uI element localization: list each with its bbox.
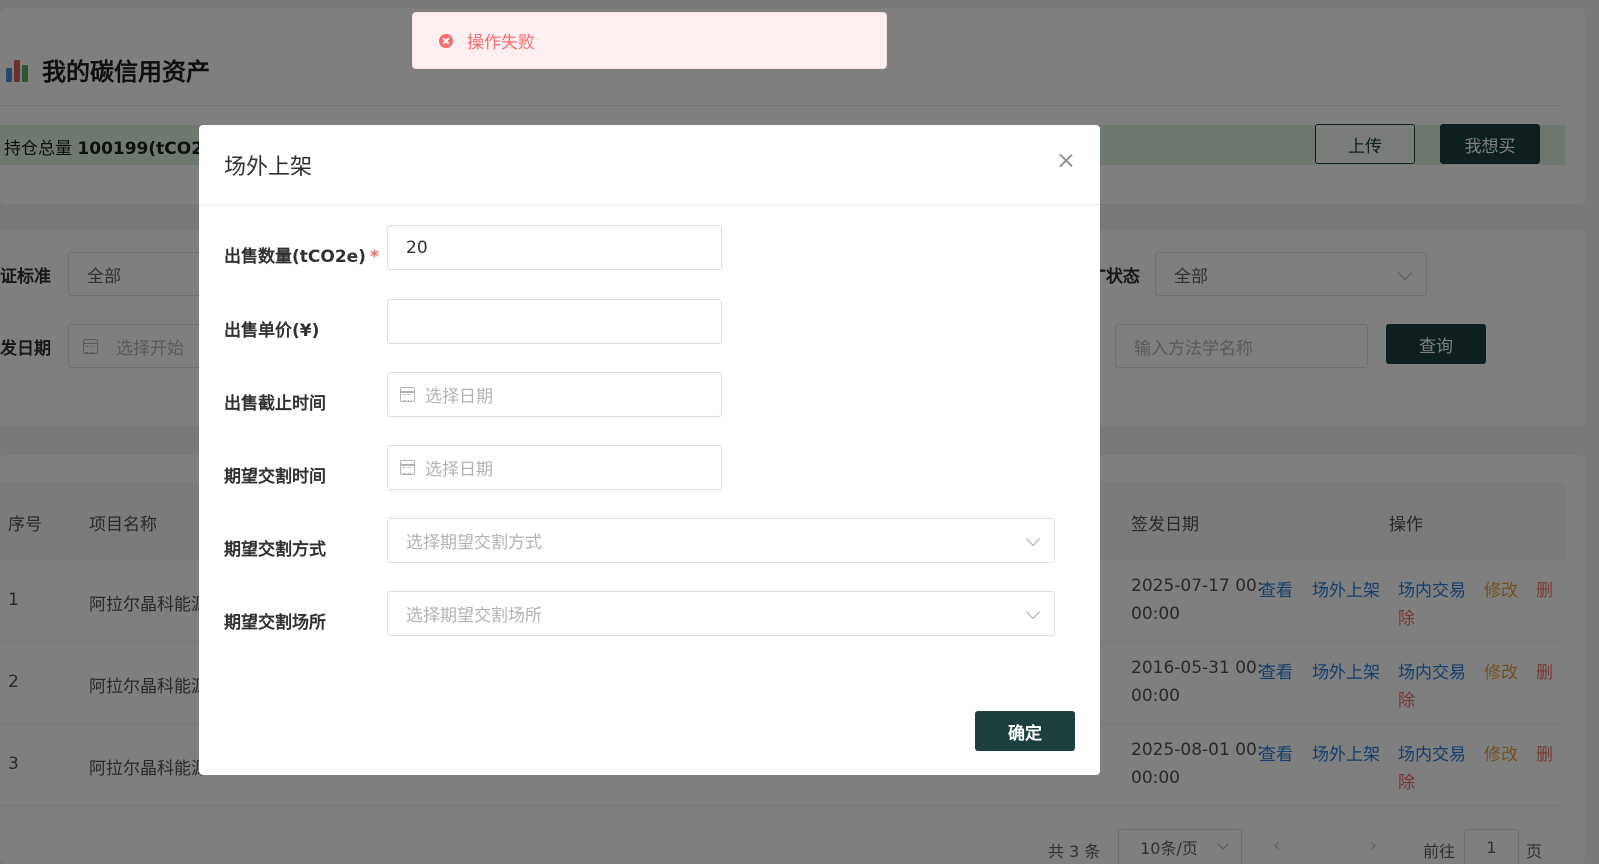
quantity-input[interactable]: 20	[387, 225, 722, 270]
required-asterisk: *	[369, 247, 379, 267]
delivery-time-label: 期望交割时间	[224, 467, 326, 487]
deadline-placeholder: 选择日期	[425, 387, 493, 407]
quantity-input-value: 20	[406, 237, 428, 258]
delivery-method-label: 期望交割方式	[224, 540, 326, 560]
dialog-header: 场外上架	[199, 125, 1100, 205]
calendar-icon	[400, 460, 415, 475]
chevron-down-icon	[1025, 531, 1041, 547]
toast-message: 操作失败	[467, 33, 535, 53]
confirm-button[interactable]: 确定	[975, 711, 1075, 751]
delivery-method-select[interactable]: 选择期望交割方式	[387, 518, 1055, 563]
delivery-venue-label: 期望交割场所	[224, 613, 326, 633]
quantity-label-text: 出售数量(tCO2e)	[224, 247, 366, 267]
delivery-venue-placeholder: 选择期望交割场所	[406, 606, 542, 626]
deadline-date-picker[interactable]: 选择日期	[387, 372, 722, 417]
price-label: 出售单价(¥)	[224, 321, 320, 341]
price-input[interactable]	[387, 299, 722, 344]
delivery-venue-select[interactable]: 选择期望交割场所	[387, 591, 1055, 636]
calendar-icon	[400, 387, 415, 402]
delivery-method-placeholder: 选择期望交割方式	[406, 533, 542, 553]
chevron-down-icon	[1025, 604, 1041, 620]
quantity-label: 出售数量(tCO2e) *	[224, 242, 379, 267]
error-circle-icon	[439, 33, 453, 48]
delivery-time-date-picker[interactable]: 选择日期	[387, 445, 722, 490]
error-toast: 操作失败	[412, 12, 887, 69]
offsite-listing-dialog: 场外上架 出售数量(tCO2e) * 20 出售单价(¥) 出售截止时间 选择日期…	[199, 125, 1100, 775]
deadline-label: 出售截止时间	[224, 394, 326, 414]
close-icon[interactable]	[1054, 149, 1078, 173]
dialog-title: 场外上架	[224, 155, 313, 180]
delivery-time-placeholder: 选择日期	[425, 460, 493, 480]
